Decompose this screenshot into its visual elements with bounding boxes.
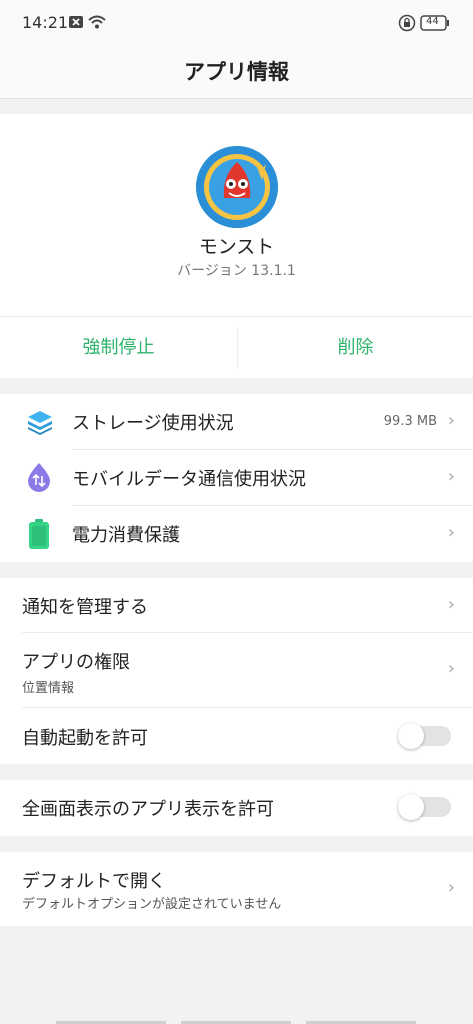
storage-usage-value: 99.3 MB <box>383 414 437 429</box>
open-by-default-sub: デフォルトオプションが設定されていません <box>22 897 282 912</box>
app-header-card: モンスト バージョン 13.1.1 強制停止 削除 <box>0 114 473 378</box>
uninstall-button[interactable]: 削除 <box>238 317 473 379</box>
storage-usage-row[interactable]: ストレージ使用状況 99.3 MB › <box>0 394 473 450</box>
app-permissions-sub: 位置情報 <box>22 681 75 696</box>
app-permissions-row[interactable]: アプリの権限 位置情報 › <box>0 633 473 708</box>
app-actions: 強制停止 削除 <box>0 316 473 379</box>
wifi-icon <box>88 14 106 34</box>
navigation-bar <box>0 1018 473 1024</box>
force-stop-button[interactable]: 強制停止 <box>0 317 237 379</box>
chevron-right-icon: › <box>447 522 455 543</box>
mobile-data-icon <box>26 462 52 496</box>
chevron-right-icon: › <box>447 658 455 679</box>
chevron-right-icon: › <box>447 877 455 898</box>
lock-rotation-icon <box>398 14 416 36</box>
app-name: モンスト <box>198 236 275 258</box>
app-bar: アプリ情報 <box>0 48 473 99</box>
open-by-default-row[interactable]: デフォルトで開く デフォルトオプションが設定されていません › <box>0 852 473 926</box>
overlay-permission-label: 全画面表示のアプリ表示を許可 <box>22 799 274 820</box>
chevron-right-icon: › <box>447 410 455 431</box>
mobile-data-usage-row[interactable]: モバイルデータ通信使用状況 › <box>0 450 473 506</box>
mobile-data-usage-label: モバイルデータ通信使用状況 <box>72 469 306 490</box>
monster-strike-app-icon <box>196 146 278 228</box>
open-by-default-label: デフォルトで開く <box>22 871 166 892</box>
status-bar: 14:21 44 <box>0 0 473 48</box>
settings-card: 通知を管理する › アプリの権限 位置情報 › 自動起動を許可 <box>0 578 473 764</box>
toggle-knob <box>398 723 424 749</box>
auto-launch-row: 自動起動を許可 <box>0 708 473 764</box>
overlay-permission-row: 全画面表示のアプリ表示を許可 <box>0 780 473 836</box>
storage-usage-label: ストレージ使用状況 <box>72 413 234 434</box>
open-by-default-card: デフォルトで開く デフォルトオプションが設定されていません › <box>0 852 473 926</box>
chevron-right-icon: › <box>447 466 455 487</box>
manage-notifications-label: 通知を管理する <box>22 597 148 618</box>
app-version: バージョン 13.1.1 <box>177 263 296 279</box>
overlay-card: 全画面表示のアプリ表示を許可 <box>0 780 473 836</box>
status-time: 14:21 <box>22 13 69 32</box>
page-title: アプリ情報 <box>184 60 289 84</box>
close-icon <box>68 14 84 34</box>
auto-launch-toggle[interactable] <box>398 723 451 749</box>
chevron-right-icon: › <box>447 594 455 615</box>
battery-icon <box>28 518 50 554</box>
manage-notifications-row[interactable]: 通知を管理する › <box>0 578 473 633</box>
battery-protection-row[interactable]: 電力消費保護 › <box>0 506 473 562</box>
app-permissions-label: アプリの権限 <box>22 652 130 673</box>
auto-launch-label: 自動起動を許可 <box>22 728 148 749</box>
battery-icon: 44 <box>420 15 450 35</box>
toggle-knob <box>398 794 424 820</box>
storage-layers-icon <box>26 408 54 440</box>
battery-level: 44 <box>426 16 439 27</box>
usage-card: ストレージ使用状況 99.3 MB › モバイルデータ通信使用状況 › 電力消費… <box>0 394 473 562</box>
battery-protection-label: 電力消費保護 <box>72 525 180 546</box>
overlay-permission-toggle[interactable] <box>398 794 451 820</box>
